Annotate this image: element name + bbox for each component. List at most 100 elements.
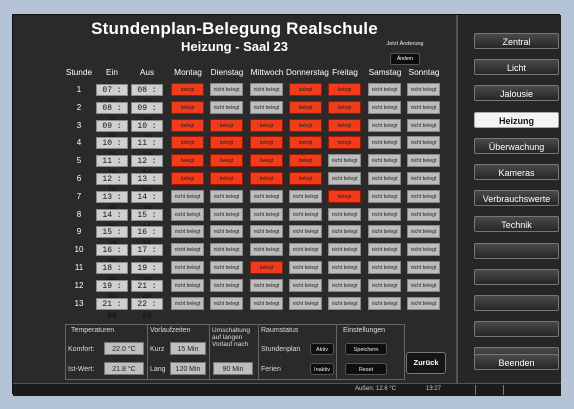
slot-saturday[interactable]: nicht belegt [368,261,401,274]
slot-tuesday[interactable]: nicht belegt [210,207,243,221]
end-time-field[interactable]: 14 : 30 [131,190,163,214]
slot-monday[interactable]: nicht belegt [171,278,204,292]
start-time-field[interactable]: 19 : 30 [96,279,128,303]
slot-monday[interactable]: nicht belegt [171,207,204,221]
nav-item-empty[interactable] [474,295,559,311]
slot-wednesday[interactable]: nicht belegt [250,207,283,221]
slot-sunday[interactable]: nicht belegt [407,172,440,185]
end-time-field[interactable]: 13 : 00 [131,173,163,196]
slot-sunday[interactable]: nicht belegt [407,278,440,292]
slot-sunday[interactable]: nicht belegt [407,136,440,150]
nav-item--berwachung[interactable]: Überwachung [474,137,559,154]
start-time-field[interactable]: 15 : 30 [96,226,128,249]
end-time-field[interactable]: 08 : 30 [131,84,163,107]
slot-monday[interactable]: nicht belegt [171,225,204,239]
slot-saturday[interactable]: nicht belegt [368,118,401,132]
slot-thursday[interactable]: nicht belegt [289,207,322,221]
end-time-field[interactable]: 19 : 30 [131,262,163,285]
slot-thursday[interactable]: belegt [289,83,322,96]
slot-thursday[interactable]: nicht belegt [289,243,322,257]
slot-saturday[interactable]: nicht belegt [368,278,401,292]
exit-button[interactable]: Beenden [474,354,559,370]
slot-friday[interactable]: nicht belegt [328,172,361,185]
nav-item-jalousie[interactable]: Jalousie [474,85,559,102]
slot-saturday[interactable]: nicht belegt [368,225,401,239]
slot-tuesday[interactable]: belegt [210,136,243,150]
end-time-field[interactable]: 12 : 10 [131,155,163,178]
inaktiv-button[interactable]: Inaktiv [310,363,334,375]
slot-saturday[interactable]: nicht belegt [368,189,401,203]
slot-wednesday[interactable]: belegt [250,136,283,150]
slot-friday[interactable]: nicht belegt [328,154,361,168]
slot-wednesday[interactable]: nicht belegt [250,83,283,96]
slot-friday[interactable]: belegt [328,136,361,150]
slot-friday[interactable]: belegt [328,189,361,203]
slot-wednesday[interactable]: nicht belegt [250,243,283,257]
slot-sunday[interactable]: nicht belegt [407,225,440,239]
slot-saturday[interactable]: nicht belegt [368,154,401,168]
slot-monday[interactable]: nicht belegt [171,261,204,274]
komfort-value[interactable]: 22.0 °C [104,342,144,355]
slot-saturday[interactable]: nicht belegt [368,296,401,310]
slot-saturday[interactable]: nicht belegt [368,172,401,185]
slot-wednesday[interactable]: belegt [250,172,283,185]
slot-sunday[interactable]: nicht belegt [407,189,440,203]
nav-item-empty[interactable] [474,242,559,259]
slot-thursday[interactable]: belegt [289,136,322,150]
start-time-field[interactable]: 11 : 25 [96,155,128,178]
slot-monday[interactable]: belegt [171,154,204,168]
end-time-field[interactable]: 22 : 00 [131,297,163,321]
slot-thursday[interactable]: belegt [289,118,322,132]
slot-thursday[interactable]: nicht belegt [289,261,322,274]
slot-tuesday[interactable]: belegt [210,154,243,168]
slot-wednesday[interactable]: belegt [250,261,283,274]
slot-monday[interactable]: belegt [171,118,204,132]
umschaltung-value[interactable]: 90 Min [213,362,253,375]
slot-friday[interactable]: nicht belegt [328,225,361,239]
slot-monday[interactable]: belegt [171,172,204,185]
nav-item-technik[interactable]: Technik [474,216,559,233]
slot-sunday[interactable]: nicht belegt [407,296,440,310]
slot-thursday[interactable]: belegt [289,172,322,185]
start-time-field[interactable]: 18 : 00 [96,262,128,285]
slot-friday[interactable]: nicht belegt [328,207,361,221]
aktiv-button[interactable]: Aktiv [310,343,334,355]
slot-thursday[interactable]: nicht belegt [289,189,322,203]
slot-wednesday[interactable]: belegt [250,118,283,132]
slot-thursday[interactable]: nicht belegt [289,278,322,292]
slot-sunday[interactable]: nicht belegt [407,118,440,132]
end-time-field[interactable]: 11 : 10 [131,137,163,160]
slot-wednesday[interactable]: belegt [250,154,283,168]
change-button[interactable]: Ändern [389,53,421,65]
slot-tuesday[interactable]: nicht belegt [210,261,243,274]
slot-tuesday[interactable]: belegt [210,118,243,132]
start-time-field[interactable]: 21 : 00 [96,297,128,321]
nav-item-zentral[interactable]: Zentral [474,33,559,49]
slot-sunday[interactable]: nicht belegt [407,100,440,114]
slot-monday[interactable]: belegt [171,136,204,150]
slot-monday[interactable]: nicht belegt [171,296,204,310]
slot-saturday[interactable]: nicht belegt [368,207,401,221]
slot-thursday[interactable]: belegt [289,100,322,114]
end-time-field[interactable]: 10 : 20 [131,119,163,143]
end-time-field[interactable]: 15 : 15 [131,208,163,232]
slot-tuesday[interactable]: belegt [210,172,243,185]
slot-tuesday[interactable]: nicht belegt [210,189,243,203]
start-time-field[interactable]: 12 : 15 [96,173,128,196]
slot-tuesday[interactable]: nicht belegt [210,225,243,239]
end-time-field[interactable]: 17 : 00 [131,244,163,267]
slot-tuesday[interactable]: nicht belegt [210,278,243,292]
slot-thursday[interactable]: belegt [289,154,322,168]
slot-tuesday[interactable]: nicht belegt [210,100,243,114]
slot-friday[interactable]: nicht belegt [328,261,361,274]
slot-sunday[interactable]: nicht belegt [407,83,440,96]
slot-sunday[interactable]: nicht belegt [407,261,440,274]
slot-monday[interactable]: belegt [171,83,204,96]
slot-wednesday[interactable]: nicht belegt [250,189,283,203]
slot-saturday[interactable]: nicht belegt [368,243,401,257]
slot-monday[interactable]: nicht belegt [171,243,204,257]
slot-monday[interactable]: nicht belegt [171,189,204,203]
slot-sunday[interactable]: nicht belegt [407,243,440,257]
lang-value[interactable]: 120 Min [170,362,206,375]
back-button[interactable]: Zurück [406,352,446,374]
